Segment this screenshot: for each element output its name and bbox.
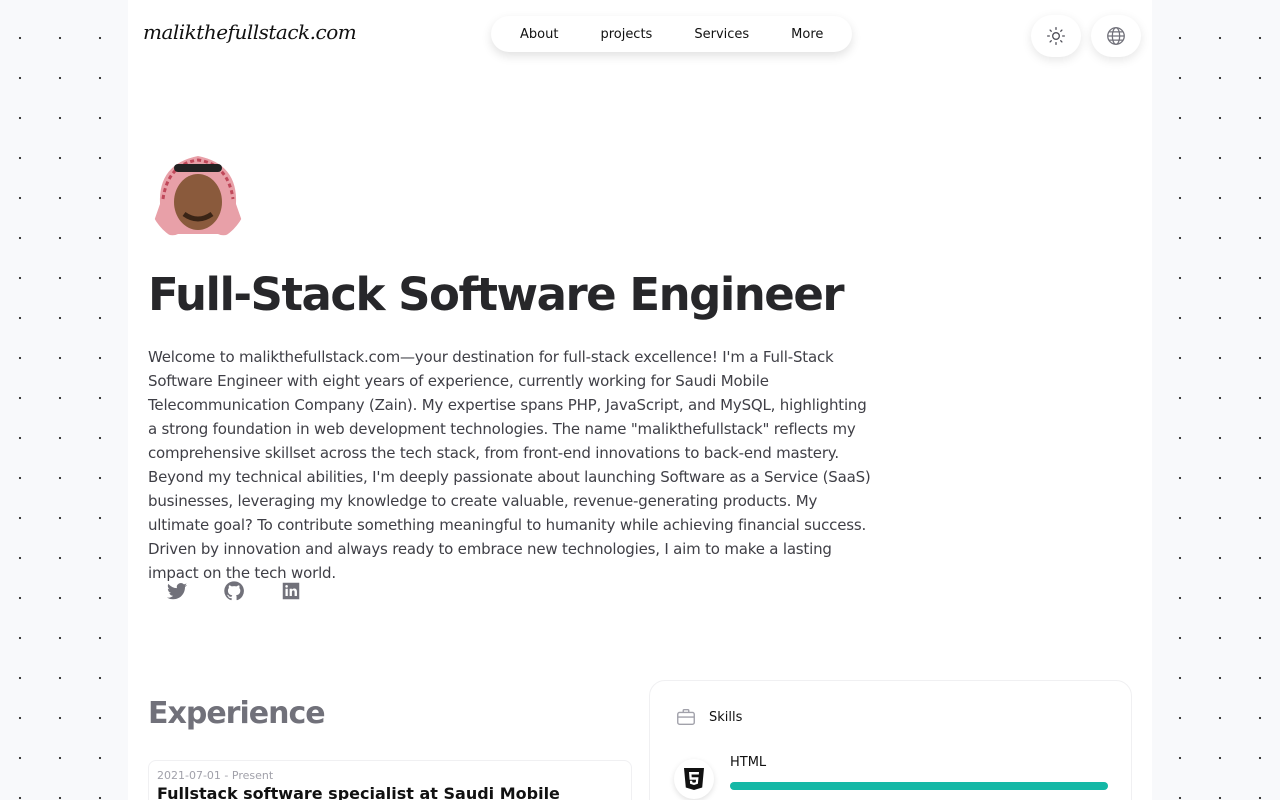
page-title: Full-Stack Software Engineer	[148, 268, 845, 321]
nav-projects[interactable]: projects	[579, 27, 673, 42]
experience-heading: Experience	[148, 696, 326, 731]
skill-progress-fill	[730, 782, 1108, 790]
github-icon[interactable]	[223, 580, 245, 602]
avatar	[148, 144, 248, 244]
twitter-icon[interactable]	[166, 580, 188, 602]
skill-progress-bar	[730, 782, 1108, 790]
experience-item: 2021-07-01 - Present Fullstack software …	[148, 760, 632, 800]
nav-more[interactable]: More	[770, 27, 844, 42]
skills-heading: Skills	[709, 709, 743, 725]
nav-services[interactable]: Services	[673, 27, 770, 42]
html5-icon	[684, 768, 704, 790]
theme-toggle-button[interactable]	[1031, 15, 1081, 57]
sun-icon	[1047, 27, 1065, 45]
experience-date: 2021-07-01 - Present	[157, 769, 274, 782]
nav-about[interactable]: About	[499, 27, 579, 42]
experience-role: Fullstack software specialist at Saudi M…	[157, 784, 560, 800]
site-logo[interactable]: malikthefullstack.com	[143, 20, 357, 44]
bio-text: Welcome to malikthefullstack.com—your de…	[148, 348, 871, 582]
briefcase-icon	[677, 708, 695, 726]
page: malikthefullstack.com About projects Ser…	[128, 0, 1152, 800]
main-nav: About projects Services More	[491, 16, 853, 52]
globe-icon	[1107, 27, 1125, 45]
skills-card: Skills HTML	[649, 680, 1132, 800]
language-button[interactable]	[1091, 15, 1141, 57]
skill-name: HTML	[730, 755, 767, 770]
social-links	[166, 580, 302, 602]
linkedin-icon[interactable]	[280, 580, 302, 602]
